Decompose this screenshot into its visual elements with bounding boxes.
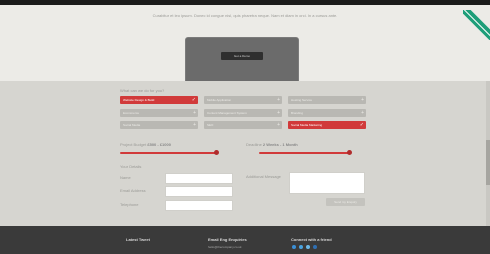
budget-value: £500 - £1000 [147, 142, 171, 147]
service-option-label: SEO [207, 123, 214, 127]
connect-heading: Connect with a friend [291, 237, 332, 242]
send-enquiry-button[interactable]: Send my Enquiry [326, 198, 365, 206]
footer-email-link[interactable]: hello@thecompany.co.uk [208, 245, 242, 249]
phone-field[interactable] [165, 200, 233, 211]
service-option[interactable]: Website Design & Build ✓ [120, 96, 198, 104]
service-option-label: Branding [291, 111, 304, 115]
message-label: Additional Message [246, 174, 281, 179]
service-option-label: Social Media Marketing [291, 123, 323, 127]
service-option-label: Hosting Service [291, 98, 313, 102]
scrollbar-thumb[interactable] [486, 140, 490, 185]
email-enquiries-heading: Email Eng Enquiries [208, 237, 247, 242]
top-bar [0, 0, 490, 5]
budget-slider-handle[interactable] [214, 150, 219, 155]
plus-icon: + [277, 122, 280, 128]
plus-icon: + [277, 97, 280, 103]
deadline-value: 2 Weeks - 1 Month [262, 142, 298, 147]
social-icon[interactable] [299, 245, 303, 249]
deadline-label: Deadline [246, 142, 262, 147]
service-option[interactable]: Social Media Marketing ✓ [288, 121, 366, 129]
service-option[interactable]: SEO + [204, 121, 282, 129]
email-field[interactable] [165, 186, 233, 197]
budget-label: Project Budget [120, 142, 147, 147]
ribbon-band [463, 10, 490, 40]
service-option[interactable]: Branding + [288, 109, 366, 117]
social-icon[interactable] [306, 245, 310, 249]
plus-icon: + [193, 110, 196, 116]
phone-label: Telephone [120, 202, 139, 207]
check-icon: ✓ [359, 122, 364, 128]
service-option[interactable]: Mobile Application + [204, 96, 282, 104]
details-heading: Your Details [120, 164, 142, 169]
service-option[interactable]: Ecommerce + [120, 109, 198, 117]
service-option-label: Ecommerce [123, 111, 140, 115]
plus-icon: + [361, 110, 364, 116]
demo-preview [185, 37, 299, 85]
get-demo-button[interactable]: Get a Demo [221, 52, 263, 60]
plus-icon: + [277, 110, 280, 116]
service-option[interactable]: Content Management System + [204, 109, 282, 117]
deadline-slider-track[interactable] [259, 152, 349, 154]
corner-ribbon[interactable] [463, 10, 490, 40]
email-label: Email Address [120, 188, 146, 193]
service-option-label: Social Media [123, 123, 141, 127]
budget-slider-label: Project Budget £500 - £1000 [120, 142, 171, 147]
plus-icon: + [361, 97, 364, 103]
services-question: What can we do for you? [120, 88, 165, 93]
budget-slider-track[interactable] [120, 152, 216, 154]
name-field[interactable] [165, 173, 233, 184]
social-icon[interactable] [313, 245, 317, 249]
message-textarea[interactable] [289, 172, 365, 194]
service-option[interactable]: Hosting Service + [288, 96, 366, 104]
name-label: Name [120, 175, 131, 180]
intro-text: Curabitur et leo ipsum. Donec id congue … [152, 13, 338, 18]
service-option[interactable]: Social Media + [120, 121, 198, 129]
service-option-label: Content Management System [207, 111, 247, 115]
service-option-label: Mobile Application [207, 98, 232, 102]
check-icon: ✓ [191, 97, 196, 103]
deadline-slider-label: Deadline 2 Weeks - 1 Month [246, 142, 298, 147]
latest-tweet-heading: Latest Tweet [126, 237, 150, 242]
plus-icon: + [193, 122, 196, 128]
social-icon[interactable] [292, 245, 296, 249]
deadline-slider-handle[interactable] [347, 150, 352, 155]
service-option-label: Website Design & Build [123, 98, 155, 102]
